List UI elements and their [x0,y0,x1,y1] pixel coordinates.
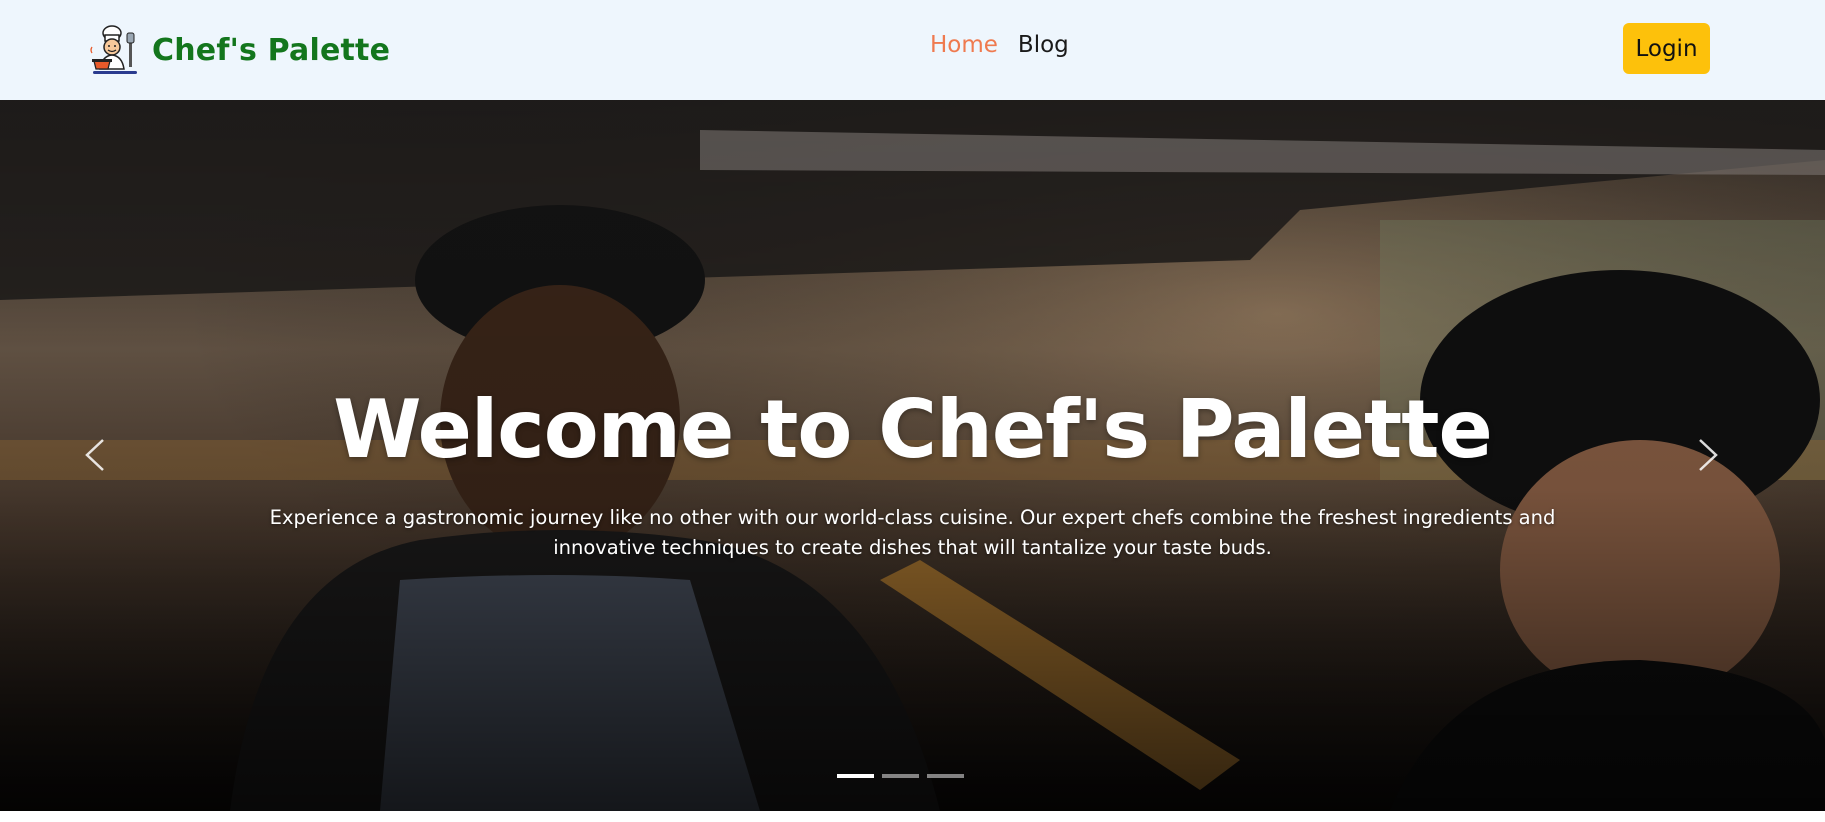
carousel-next-button[interactable] [1688,430,1728,480]
hero-carousel: Welcome to Chef's Palette Experience a g… [0,100,1825,811]
chevron-left-icon [85,439,104,471]
nav-link-home[interactable]: Home [930,32,998,58]
navbar: Chef's Palette Home Blog Login [0,0,1825,100]
chef-logo-icon [90,25,137,74]
carousel-indicator-3[interactable] [927,774,964,778]
hero-title: Welcome to Chef's Palette [333,383,1493,476]
nav-link-blog[interactable]: Blog [1018,32,1069,58]
brand-name: Chef's Palette [152,32,391,68]
carousel-indicator-2[interactable] [882,774,919,778]
hero-text: Experience a gastronomic journey like no… [269,506,1556,559]
brand-link[interactable]: Chef's Palette [90,22,390,78]
nav-links: Home Blog [930,32,1069,58]
carousel-prev-button[interactable] [75,430,115,480]
chevron-right-icon [1699,439,1718,471]
login-button[interactable]: Login [1623,23,1710,74]
carousel-indicators [837,774,964,778]
carousel-indicator-1[interactable] [837,774,874,778]
